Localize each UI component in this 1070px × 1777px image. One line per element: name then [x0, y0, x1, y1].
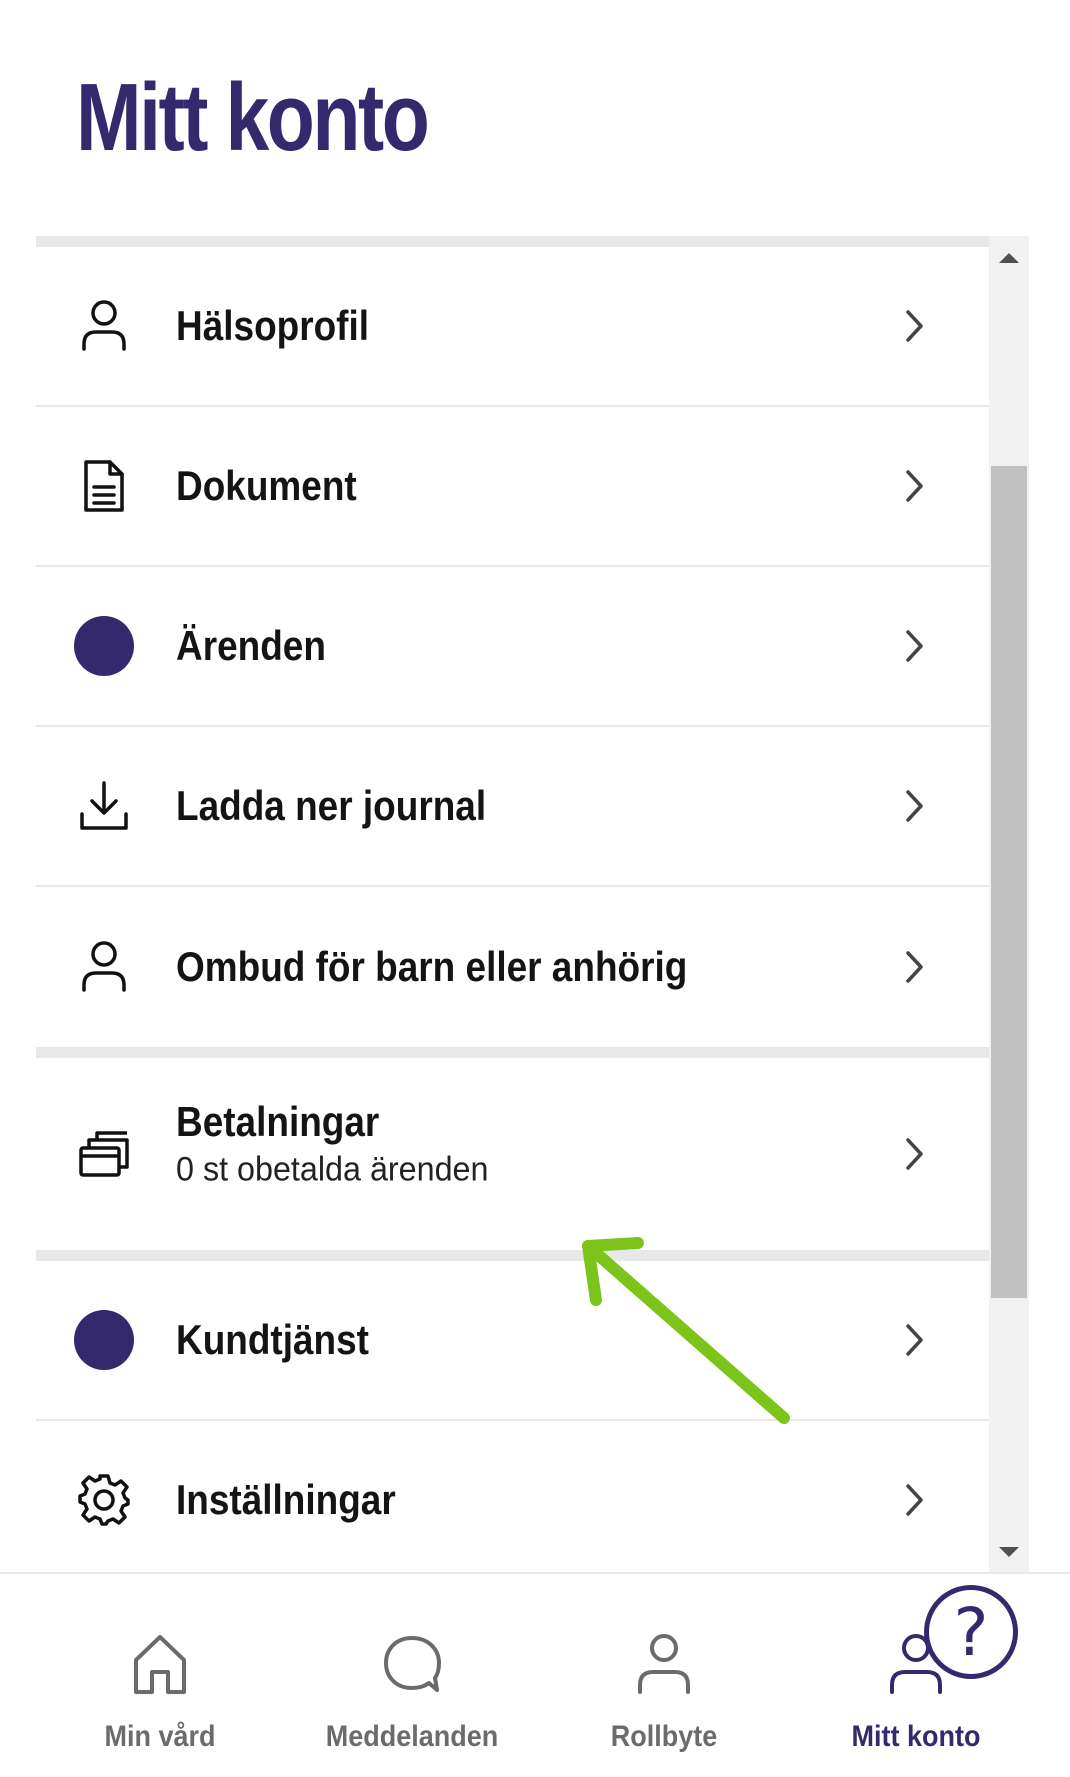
- menu-item-installningar[interactable]: Inställningar: [36, 1421, 989, 1574]
- menu-item-sublabel: 0 st obetalda ärenden: [176, 1150, 489, 1189]
- nav-rollbyte[interactable]: Rollbyte: [544, 1574, 784, 1777]
- nav-label: Meddelanden: [325, 1720, 499, 1753]
- menu-item-label: Betalningar: [176, 1098, 380, 1145]
- menu-item-label: Kundtjänst: [176, 1316, 369, 1363]
- nav-min-vard[interactable]: Min vård: [40, 1574, 280, 1777]
- menu-item-label: Dokument: [176, 462, 357, 509]
- scroll-down-arrow-icon[interactable]: [999, 1546, 1019, 1558]
- chevron-right-icon: [906, 1324, 923, 1356]
- nav-label: Mitt konto: [851, 1720, 981, 1753]
- chat-icon: [384, 1636, 441, 1692]
- menu-item-ladda-ner-journal[interactable]: Ladda ner journal: [36, 727, 989, 887]
- menu-item-label: Ladda ner journal: [176, 782, 487, 829]
- chevron-right-icon: [906, 951, 923, 983]
- page-title: Mitt konto: [76, 64, 430, 171]
- menu-item-halsoprofil[interactable]: Hälsoprofil: [36, 247, 989, 407]
- bottom-navigation: Min vård Meddelanden Rollbyte Mitt konto: [0, 1572, 1070, 1777]
- chevron-right-icon: [906, 630, 923, 662]
- dot-icon: [74, 1310, 134, 1370]
- nav-label: Min vård: [104, 1720, 216, 1753]
- document-icon: [74, 456, 134, 516]
- cards-icon: [74, 1124, 134, 1184]
- chevron-right-icon: [906, 1138, 923, 1170]
- menu-item-arenden[interactable]: Ärenden: [36, 567, 989, 727]
- chevron-right-icon: [906, 1484, 923, 1516]
- scroll-up-arrow-icon[interactable]: [999, 252, 1019, 264]
- download-icon: [74, 776, 134, 836]
- group-separator: [36, 1047, 989, 1058]
- chevron-right-icon: [906, 790, 923, 822]
- person-icon: [74, 937, 134, 997]
- chevron-right-icon: [906, 470, 923, 502]
- chevron-right-icon: [906, 310, 923, 342]
- help-button[interactable]: ?: [924, 1585, 1018, 1679]
- menu-item-label: Ärenden: [176, 622, 326, 669]
- menu-item-ombud[interactable]: Ombud för barn eller anhörig: [36, 887, 989, 1047]
- menu-item-betalningar[interactable]: Betalningar 0 st obetalda ärenden: [36, 1058, 989, 1250]
- nav-meddelanden[interactable]: Meddelanden: [292, 1574, 532, 1777]
- nav-label: Rollbyte: [610, 1720, 718, 1753]
- menu-list: Hälsoprofil Dokument Ärenden Ladda ner j…: [36, 236, 989, 1574]
- menu-item-label: Inställningar: [176, 1476, 396, 1523]
- menu-item-kundtjanst[interactable]: Kundtjänst: [36, 1261, 989, 1421]
- person-icon: [74, 296, 134, 356]
- menu-item-label: Hälsoprofil: [176, 302, 370, 349]
- group-separator: [36, 1250, 989, 1261]
- home-icon: [134, 1635, 186, 1694]
- scrollbar[interactable]: [989, 236, 1029, 1574]
- gear-icon: [74, 1470, 134, 1530]
- scroll-thumb[interactable]: [991, 466, 1027, 1298]
- group-separator: [36, 236, 989, 247]
- menu-item-dokument[interactable]: Dokument: [36, 407, 989, 567]
- dot-icon: [74, 616, 134, 676]
- person-icon: [638, 1634, 690, 1694]
- menu-item-label: Ombud för barn eller anhörig: [176, 943, 688, 990]
